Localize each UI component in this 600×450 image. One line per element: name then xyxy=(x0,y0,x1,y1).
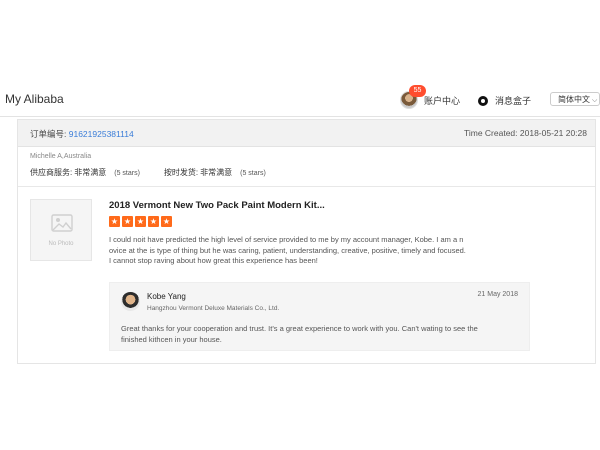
seller-company: Hangzhou Vermont Deluxe Materials Co., L… xyxy=(147,305,280,312)
shipping-stars: (5 stars) xyxy=(240,170,266,177)
account-center-label[interactable]: 账户中心 xyxy=(424,94,460,107)
star-icon: ★ xyxy=(122,216,133,227)
image-placeholder-icon xyxy=(51,214,73,232)
reply-text: Great thanks for your cooperation and tr… xyxy=(121,323,521,345)
top-bar: My Alibaba 55 账户中心 消息盒子 简体中文 ⌵ xyxy=(0,84,600,117)
chevron-down-icon: ⌵ xyxy=(592,97,598,104)
star-icon: ★ xyxy=(109,216,120,227)
reply-line: finished kithcen in your house. xyxy=(121,335,222,344)
star-icon: ★ xyxy=(135,216,146,227)
product-title[interactable]: 2018 Vermont New Two Pack Paint Modern K… xyxy=(109,200,325,211)
supplier-service-stars: (5 stars) xyxy=(114,170,140,177)
star-icon: ★ xyxy=(148,216,159,227)
rating-stars: ★ ★ ★ ★ ★ xyxy=(109,216,172,227)
order-header: 订单编号: 91621925381114 Time Created: 2018-… xyxy=(18,120,595,147)
reply-date: 21 May 2018 xyxy=(477,291,518,298)
language-select[interactable]: 简体中文 ⌵ xyxy=(550,92,600,106)
no-photo-label: No Photo xyxy=(48,241,74,247)
star-icon: ★ xyxy=(161,216,172,227)
reviewer-name: Michelle A,Australia xyxy=(30,153,92,160)
product-photo-placeholder[interactable]: No Photo xyxy=(30,199,92,261)
message-box[interactable]: 消息盒子 xyxy=(478,94,531,107)
review-line: I cannot stop raving about how great thi… xyxy=(109,256,318,265)
review-line: ovice at the is type of thing but he was… xyxy=(109,245,466,255)
seller-avatar xyxy=(121,292,140,311)
time-created: Time Created: 2018-05-21 20:28 xyxy=(463,128,587,138)
review-card: 订单编号: 91621925381114 Time Created: 2018-… xyxy=(17,119,596,364)
order-number-link[interactable]: 91621925381114 xyxy=(69,129,134,139)
language-value: 简体中文 xyxy=(558,95,590,104)
review-text: I could noit have predicted the high lev… xyxy=(109,235,509,267)
message-box-label[interactable]: 消息盒子 xyxy=(495,94,531,107)
divider xyxy=(18,186,595,187)
account-center[interactable]: 55 账户中心 xyxy=(400,85,460,110)
notification-badge: 55 xyxy=(409,85,426,97)
shipping-value: 非常满意 xyxy=(200,168,233,177)
shipping-label: 按时发货: xyxy=(163,168,199,177)
brand-title[interactable]: My Alibaba xyxy=(5,92,64,106)
supplier-service-label: 供应商服务: xyxy=(30,168,73,177)
order-number-label: 订单编号: xyxy=(30,129,67,139)
order-number: 订单编号: 91621925381114 xyxy=(30,128,134,140)
reply-line: Great thanks for your cooperation and tr… xyxy=(121,324,478,333)
seller-reply: Kobe Yang Hangzhou Vermont Deluxe Materi… xyxy=(109,282,530,351)
seller-ratings: 供应商服务: 非常满意 (5 stars) 按时发货: 非常满意 (5 stars) xyxy=(30,167,266,178)
seller-name: Kobe Yang xyxy=(147,292,186,301)
review-line: I could noit have predicted the high lev… xyxy=(109,235,464,244)
supplier-service-value: 非常满意 xyxy=(74,168,107,177)
message-icon xyxy=(478,95,488,106)
account-avatar[interactable]: 55 xyxy=(400,85,426,109)
